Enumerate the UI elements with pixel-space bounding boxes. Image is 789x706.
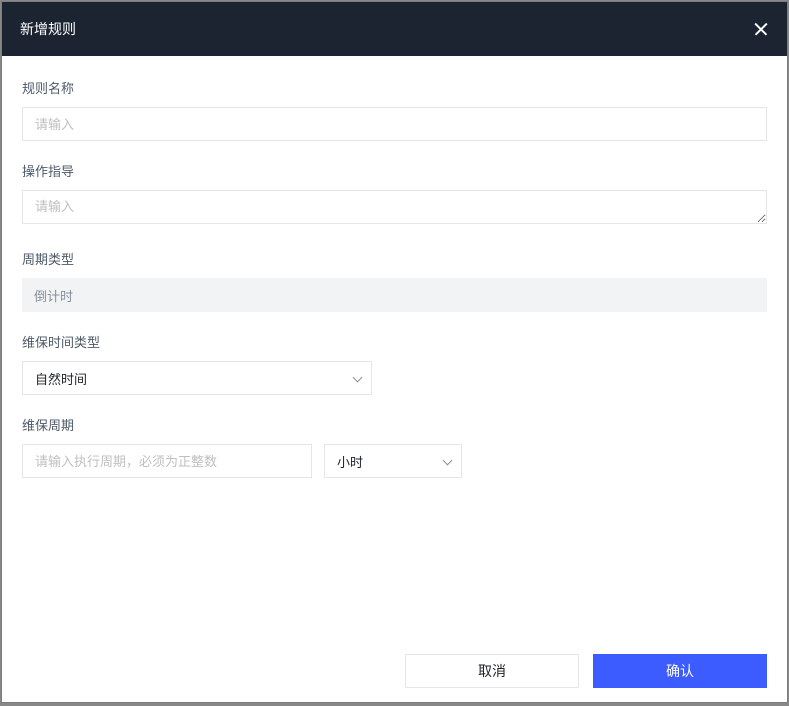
operation-guide-label: 操作指导 — [22, 161, 767, 180]
rule-name-group: 规则名称 — [22, 78, 767, 141]
rule-name-label: 规则名称 — [22, 78, 767, 97]
cycle-type-label: 周期类型 — [22, 249, 767, 268]
maintenance-cycle-unit-select[interactable]: 小时 — [324, 444, 462, 478]
modal-footer: 取消 确认 — [2, 640, 787, 702]
modal-title: 新增规则 — [20, 19, 76, 39]
maintenance-cycle-label: 维保周期 — [22, 415, 767, 434]
maintenance-time-type-label: 维保时间类型 — [22, 332, 767, 351]
maintenance-time-type-selected: 自然时间 — [35, 369, 87, 388]
maintenance-cycle-group: 维保周期 小时 — [22, 415, 767, 478]
cycle-type-value: 倒计时 — [22, 278, 767, 312]
operation-guide-group: 操作指导 — [22, 161, 767, 229]
modal-body: 规则名称 操作指导 周期类型 倒计时 维保时间类型 自然时间 维保周期 — [2, 56, 787, 640]
rule-name-input[interactable] — [22, 107, 767, 141]
maintenance-cycle-input[interactable] — [22, 444, 312, 478]
operation-guide-input[interactable] — [22, 190, 767, 224]
modal-header: 新增规则 — [2, 2, 787, 56]
close-icon[interactable] — [753, 21, 769, 37]
maintenance-cycle-unit: 小时 — [337, 452, 363, 471]
cancel-button[interactable]: 取消 — [405, 654, 579, 688]
cycle-type-group: 周期类型 倒计时 — [22, 249, 767, 312]
add-rule-modal: 新增规则 规则名称 操作指导 周期类型 倒计时 维保时间类型 自然时间 维 — [2, 2, 787, 702]
maintenance-time-type-select[interactable]: 自然时间 — [22, 361, 372, 395]
confirm-button[interactable]: 确认 — [593, 654, 767, 688]
maintenance-time-type-group: 维保时间类型 自然时间 — [22, 332, 767, 395]
